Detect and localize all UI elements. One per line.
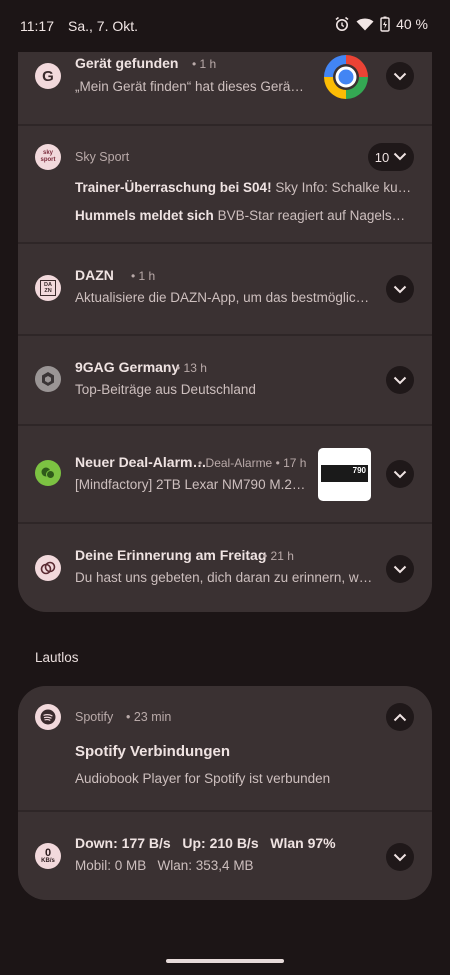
notification-title: 9GAG Germany (75, 359, 180, 375)
notification-time: • 1 h (131, 269, 156, 283)
home-indicator[interactable] (166, 959, 284, 963)
sky-line-2: Hummels meldet sich BVB-Star reagiert au… (75, 208, 415, 223)
app-name: Sky Sport (75, 150, 130, 164)
status-icons: 40 % (334, 16, 428, 32)
notification-sky-sport[interactable]: sky sport Sky Sport 10 Trainer-Überrasch… (18, 126, 432, 242)
chevron-down-icon (393, 470, 407, 479)
notification-body: Top-Beiträge aus Deutschland (75, 382, 256, 397)
chevron-down-icon (393, 565, 407, 574)
spotify-icon (35, 704, 61, 730)
expand-button[interactable] (386, 62, 414, 90)
notification-reminder[interactable]: Deine Erinnerung am Freitag • 21 h Du ha… (18, 524, 432, 612)
sky-line-1: Trainer-Überraschung bei S04! Sky Info: … (75, 180, 415, 195)
battery-icon (380, 16, 390, 32)
notification-title: Spotify Verbindungen (75, 743, 231, 760)
expand-button[interactable] (386, 843, 414, 871)
notification-body: Audiobook Player for Spotify ist verbund… (75, 771, 331, 786)
find-device-logo-icon (321, 52, 371, 102)
notification-time: • 23 min (126, 710, 172, 724)
deal-icon (35, 460, 61, 486)
notification-deal-alarm[interactable]: Neuer Deal-Alarm… • Deal-Alarme • 17 h [… (18, 426, 432, 522)
chevron-down-icon (393, 285, 407, 294)
status-bar: 11:17 Sa., 7. Okt. 40 % (0, 0, 450, 52)
chevron-down-icon (393, 72, 407, 81)
chevron-up-icon (393, 713, 407, 722)
notification-title: Neuer Deal-Alarm… (75, 454, 207, 470)
chevron-down-icon (393, 853, 407, 862)
silent-section-label: Lautlos (35, 650, 79, 665)
9gag-icon (35, 366, 61, 392)
app-name: Spotify (75, 710, 114, 724)
wifi-icon (356, 17, 374, 31)
expand-button[interactable] (386, 460, 414, 488)
sky-sport-icon: sky sport (35, 144, 61, 170)
battery-percent: 40 % (396, 16, 428, 32)
product-thumbnail: 790 (318, 448, 371, 501)
notification-channel-time: • Deal-Alarme • 17 h (198, 456, 307, 470)
clock: 11:17 (20, 18, 54, 34)
notification-body: Aktualisiere die DAZN-App, um das bestmö… (75, 290, 375, 305)
notification-group: G Gerät gefunden • 1 h „Mein Gerät finde… (18, 52, 432, 612)
expand-button[interactable] (386, 366, 414, 394)
collapse-button[interactable] (386, 703, 414, 731)
notification-time: • 13 h (176, 361, 207, 375)
notification-body: [Mindfactory] 2TB Lexar NM790 M.2 … (75, 477, 307, 492)
notification-title: Gerät gefunden (75, 55, 179, 71)
notification-spotify[interactable]: Spotify • 23 min Spotify Verbindungen Au… (18, 686, 432, 810)
expand-button[interactable] (386, 275, 414, 303)
dazn-icon: DA ZN (35, 275, 61, 301)
notification-title: Deine Erinnerung am Freitag (75, 547, 267, 563)
notification-network-speed[interactable]: 0 KB/s Down: 177 B/s Up: 210 B/s Wlan 97… (18, 812, 432, 900)
notification-find-my-device[interactable]: G Gerät gefunden • 1 h „Mein Gerät finde… (18, 52, 432, 124)
notification-time: • 21 h (263, 549, 294, 563)
network-speed-icon: 0 KB/s (35, 843, 61, 869)
network-usage-body: Mobil: 0 MB Wlan: 353,4 MB (75, 858, 254, 873)
notification-body: „Mein Gerät finden“ hat dieses Gerät … (75, 79, 307, 94)
reminder-icon (35, 555, 61, 581)
notification-count: 10 (374, 149, 390, 165)
google-g-icon: G (35, 63, 61, 89)
expand-button[interactable] (386, 555, 414, 583)
notification-time: • 1 h (192, 57, 217, 71)
silent-notification-group: Spotify • 23 min Spotify Verbindungen Au… (18, 686, 432, 900)
chevron-down-icon (393, 148, 407, 166)
alarm-icon (334, 16, 350, 32)
notification-body: Du hast uns gebeten, dich daran zu erinn… (75, 570, 375, 585)
notification-dazn[interactable]: DA ZN DAZN • 1 h Aktualisiere die DAZN-A… (18, 244, 432, 334)
chevron-down-icon (393, 376, 407, 385)
notification-title: DAZN (75, 267, 114, 283)
notification-9gag[interactable]: 9GAG Germany • 13 h Top-Beiträge aus Deu… (18, 336, 432, 424)
expand-count-button[interactable]: 10 (368, 143, 414, 171)
date: Sa., 7. Okt. (68, 18, 139, 34)
network-speed-title: Down: 177 B/s Up: 210 B/s Wlan 97% (75, 835, 336, 851)
